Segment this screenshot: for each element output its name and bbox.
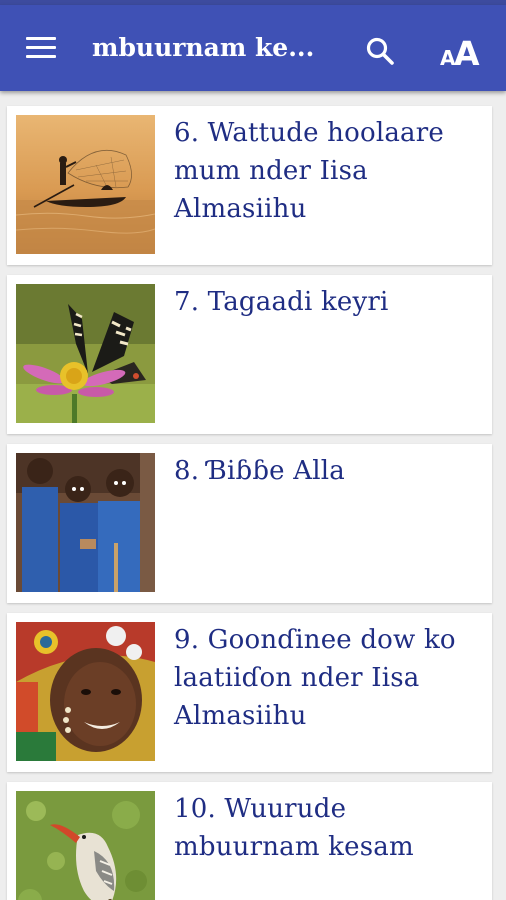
list-item[interactable]: 8. Ɓiɓɓe Alla [7,444,492,603]
list-item[interactable]: 7. Tagaadi keyri [7,275,492,434]
app-bar: mbuurnam ke... A A [0,5,506,91]
list-item[interactable]: 9. Goonɗinee dow ko laatiiɗon nder Iisa … [7,613,492,772]
list-item-title: 9. Goonɗinee dow ko laatiiɗon nder Iisa … [174,625,456,731]
list-item-title: 8. Ɓiɓɓe Alla [174,456,345,486]
search-icon[interactable] [364,35,396,67]
butterfly-on-flower-photo [16,284,155,423]
lesson-list: 6. Wattude hoolaare mum nder Iisa Almasi… [0,91,506,900]
list-item[interactable]: 6. Wattude hoolaare mum nder Iisa Almasi… [7,106,492,265]
list-item-title: 10. Wuurude mbuurnam kesam [174,794,414,862]
list-item-title: 7. Tagaadi keyri [174,287,389,317]
hornbill-bird-photo [16,791,155,900]
app-title: mbuurnam ke... [92,33,315,62]
children-in-blue-photo [16,453,155,592]
svg-text:A: A [454,34,480,69]
font-size-icon[interactable]: A A [440,33,484,73]
list-item-title: 6. Wattude hoolaare mum nder Iisa Almasi… [174,118,444,224]
hamburger-menu-icon[interactable] [26,37,62,63]
list-item[interactable]: 10. Wuurude mbuurnam kesam [7,782,492,900]
fisherman-casting-net-photo [16,115,155,254]
smiling-child-photo [16,622,155,761]
